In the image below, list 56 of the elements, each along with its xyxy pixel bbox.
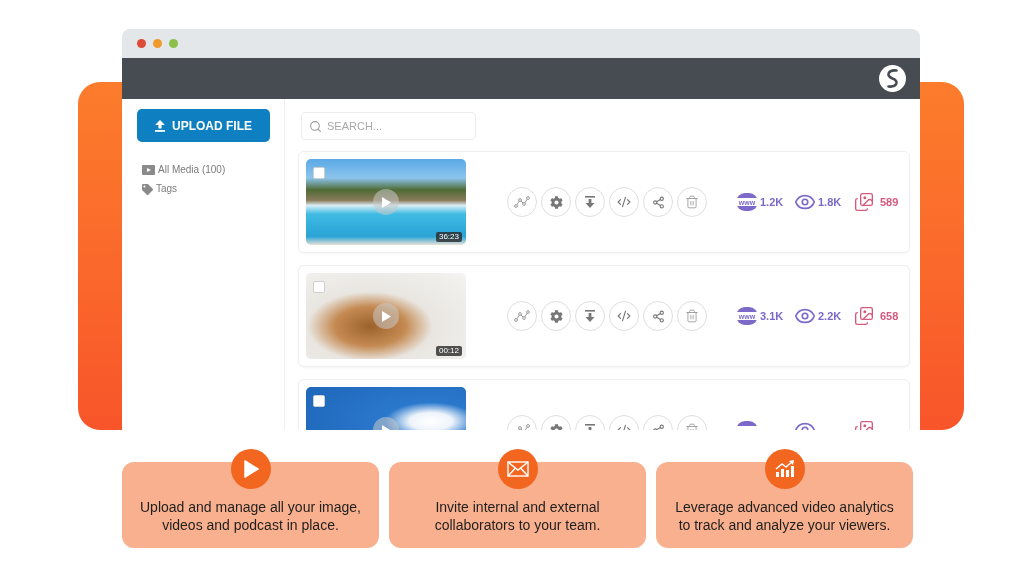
play-icon[interactable] (373, 303, 399, 329)
analytics-button[interactable] (507, 187, 537, 217)
video-thumbnail[interactable]: 00:12 (306, 273, 466, 359)
download-button[interactable] (575, 301, 605, 331)
trash-icon (685, 195, 699, 209)
view-count: 2.2K (818, 308, 842, 324)
gear-icon (549, 309, 563, 323)
code-icon (617, 195, 631, 209)
search-field[interactable]: SEARCH... (301, 112, 476, 140)
duration-label: 00:12 (435, 346, 462, 356)
trash-icon (685, 309, 699, 323)
delete-button[interactable] (677, 301, 707, 331)
embed-button[interactable] (609, 187, 639, 217)
select-checkbox[interactable] (313, 167, 325, 179)
images-icon (854, 192, 874, 212)
envelope-icon (497, 449, 538, 489)
share-icon (651, 309, 665, 323)
logo-icon[interactable] (879, 65, 906, 92)
line-chart-icon (514, 310, 530, 322)
download-icon (585, 196, 595, 208)
view-count: 1.8K (818, 194, 842, 210)
image-count: 589 (880, 194, 899, 210)
settings-button[interactable] (541, 301, 571, 331)
play-icon[interactable] (373, 189, 399, 215)
video-thumbnail[interactable]: 36:23 (306, 159, 466, 245)
line-chart-icon (514, 196, 530, 208)
delete-button[interactable] (677, 187, 707, 217)
web-count: 1.2K (760, 194, 784, 210)
share-button[interactable] (643, 187, 673, 217)
feature-description: Leverage advanced video analytics to track and analyze your viewers. (675, 498, 894, 534)
tag-icon (142, 183, 153, 195)
play-icon (230, 449, 271, 489)
download-button[interactable] (575, 187, 605, 217)
gear-icon (549, 195, 563, 209)
select-checkbox[interactable] (313, 281, 325, 293)
settings-button[interactable] (541, 187, 571, 217)
web-count: 3.1K (760, 308, 784, 324)
duration-label: 36:23 (435, 232, 462, 242)
sidebar-link[interactable]: Tags (142, 183, 284, 195)
analytics-button[interactable] (507, 301, 537, 331)
upload-icon (155, 119, 165, 132)
download-icon (585, 310, 595, 322)
share-button[interactable] (643, 301, 673, 331)
image-count: 658 (880, 308, 899, 324)
bar-chart-icon (764, 449, 805, 489)
embed-button[interactable] (609, 301, 639, 331)
video-icon (142, 165, 155, 175)
feature-description: Invite internal and external collaborators to your team. (434, 498, 601, 534)
sidebar-link[interactable]: All Media (100) (142, 164, 284, 176)
images-icon (854, 306, 874, 326)
select-checkbox[interactable] (313, 395, 325, 407)
search-icon (309, 120, 322, 133)
upload-file-button[interactable]: UPLOAD FILE (137, 109, 270, 142)
feature-description: Upload and manage all your image, videos and podcast in place. (140, 498, 361, 534)
code-icon (617, 309, 631, 323)
share-icon (651, 195, 665, 209)
